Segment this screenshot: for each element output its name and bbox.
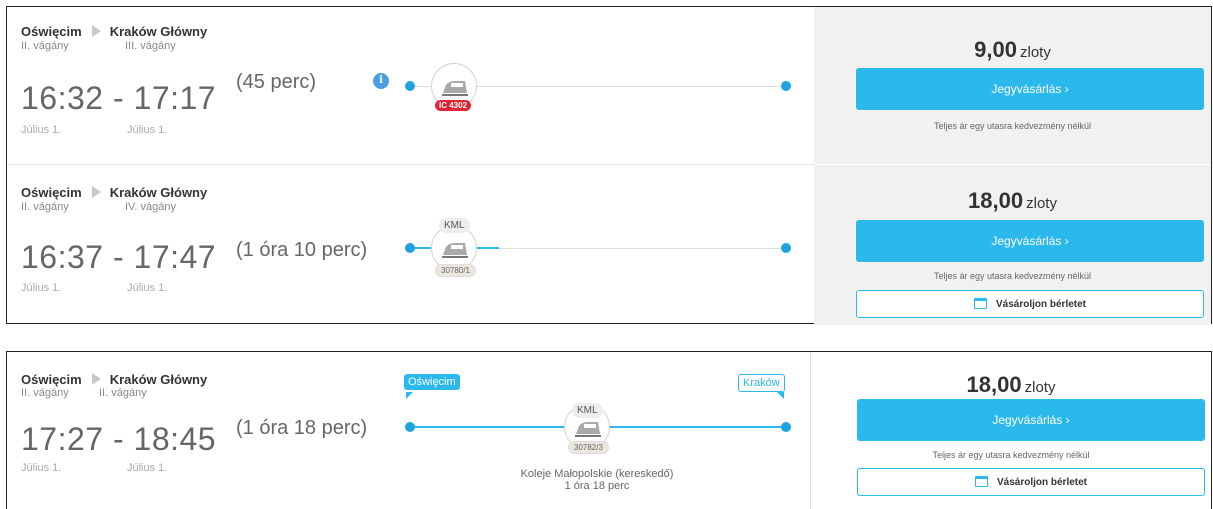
buy-pass-label: Vásároljon bérletet bbox=[996, 477, 1088, 488]
destination-flag-pointer bbox=[777, 392, 784, 399]
price-panel: 18,00 zloty Jegyvásárlás › Teljes ár egy … bbox=[810, 352, 1211, 509]
buy-ticket-button[interactable]: Jegyvásárlás › bbox=[856, 68, 1204, 110]
arrival-platform: IV. vágány bbox=[125, 201, 176, 213]
arrival-date: Július 1. bbox=[127, 462, 168, 474]
buy-pass-button[interactable]: Vásároljon bérletet bbox=[857, 468, 1205, 496]
trip-duration: (45 perc) bbox=[236, 71, 317, 93]
route-from: Oświęcim bbox=[21, 185, 82, 200]
departure-platform: II. vágány bbox=[21, 40, 69, 52]
arrival-date: Július 1. bbox=[127, 282, 168, 294]
route-title: Oświęcim Kraków Główny bbox=[21, 372, 207, 387]
ticket-price: 18,00 zloty bbox=[811, 372, 1211, 398]
departure-arrival-times: 16:37 - 17:47 bbox=[21, 239, 217, 275]
route-arrow-icon bbox=[91, 186, 101, 198]
price-panel: 18,00 zloty Jegyvásárlás › Teljes ár egy … bbox=[814, 165, 1211, 325]
calendar-icon bbox=[974, 476, 988, 487]
train-number-badge: 30780/1 bbox=[435, 264, 476, 277]
results-panel-secondary: Oświęcim Kraków Główny II. vágány II. vág… bbox=[6, 351, 1212, 509]
route-to: Kraków Główny bbox=[109, 24, 208, 39]
operator-name: Koleje Małopolskie (kereskedő) bbox=[520, 468, 674, 480]
ticket-price: 18,00 zloty bbox=[814, 188, 1211, 214]
price-value: 18,00 bbox=[968, 188, 1024, 213]
connection-row[interactable]: Oświęcim Kraków Główny II. vágány IV. vág… bbox=[7, 165, 1211, 325]
price-panel: 9,00 zloty Jegyvásárlás › Teljes ár egy u… bbox=[814, 7, 1211, 164]
route-title: Oświęcim Kraków Główny bbox=[21, 24, 207, 39]
trip-duration: (1 óra 18 perc) bbox=[236, 417, 368, 439]
trip-duration: (1 óra 10 perc) bbox=[236, 239, 368, 261]
arrival-platform: II. vágány bbox=[99, 387, 147, 399]
destination-flag: Kraków bbox=[738, 374, 785, 392]
price-value: 9,00 bbox=[974, 37, 1017, 62]
buy-ticket-button[interactable]: Jegyvásárlás › bbox=[857, 399, 1205, 441]
destination-dot bbox=[781, 243, 791, 253]
price-currency: zloty bbox=[1024, 379, 1056, 396]
ticket-price: 9,00 zloty bbox=[814, 37, 1211, 63]
connection-row[interactable]: Oświęcim Kraków Główny II. vágány III. vá… bbox=[7, 7, 1211, 164]
destination-dot bbox=[781, 81, 791, 91]
price-note: Teljes ár egy utasra kedvezmény nélkül bbox=[933, 271, 1092, 281]
carrier-tag: KML bbox=[439, 218, 470, 233]
origin-flag: Oświęcim bbox=[404, 374, 460, 390]
price-currency: zloty bbox=[1019, 44, 1051, 61]
connection-row[interactable]: Oświęcim Kraków Główny II. vágány II. vág… bbox=[7, 352, 1211, 509]
origin-dot bbox=[405, 422, 415, 432]
origin-dot bbox=[405, 81, 415, 91]
buy-pass-label: Vásároljon bérletet bbox=[995, 299, 1087, 310]
results-panel-primary: Oświęcim Kraków Główny II. vágány III. vá… bbox=[6, 6, 1212, 325]
departure-platform: II. vágány bbox=[21, 387, 69, 399]
destination-dot bbox=[781, 422, 791, 432]
operator-duration: 1 óra 18 perc bbox=[564, 480, 630, 492]
departure-date: Július 1. bbox=[21, 282, 62, 294]
origin-dot bbox=[405, 243, 415, 253]
calendar-icon bbox=[973, 298, 987, 309]
route-from: Oświęcim bbox=[21, 372, 82, 387]
arrival-date: Július 1. bbox=[127, 124, 168, 136]
route-to: Kraków Główny bbox=[109, 372, 208, 387]
price-note: Teljes ár egy utasra kedvezmény nélkül bbox=[933, 121, 1092, 131]
price-note: Teljes ár egy utasra kedvezmény nélkül bbox=[932, 450, 1090, 460]
price-value: 18,00 bbox=[966, 372, 1022, 397]
train-number-badge: 30782/3 bbox=[568, 441, 609, 454]
origin-flag-pointer bbox=[406, 392, 413, 399]
price-currency: zloty bbox=[1026, 195, 1057, 212]
train-number-badge: IC 4302 bbox=[435, 100, 472, 111]
arrival-platform: III. vágány bbox=[125, 40, 176, 52]
route-arrow-icon bbox=[91, 25, 101, 37]
route-arrow-icon bbox=[91, 373, 101, 385]
departure-arrival-times: 16:32 - 17:17 bbox=[21, 80, 217, 116]
departure-platform: II. vágány bbox=[21, 201, 69, 213]
buy-pass-button[interactable]: Vásároljon bérletet bbox=[856, 290, 1204, 318]
departure-date: Július 1. bbox=[21, 124, 62, 136]
departure-arrival-times: 17:27 - 18:45 bbox=[21, 421, 217, 457]
route-to: Kraków Główny bbox=[109, 185, 208, 200]
route-from: Oświęcim bbox=[21, 24, 82, 39]
info-icon[interactable]: i bbox=[373, 73, 389, 89]
carrier-tag: KML bbox=[572, 403, 603, 418]
route-title: Oświęcim Kraków Główny bbox=[21, 185, 207, 200]
departure-date: Július 1. bbox=[21, 462, 62, 474]
buy-ticket-button[interactable]: Jegyvásárlás › bbox=[856, 220, 1204, 262]
